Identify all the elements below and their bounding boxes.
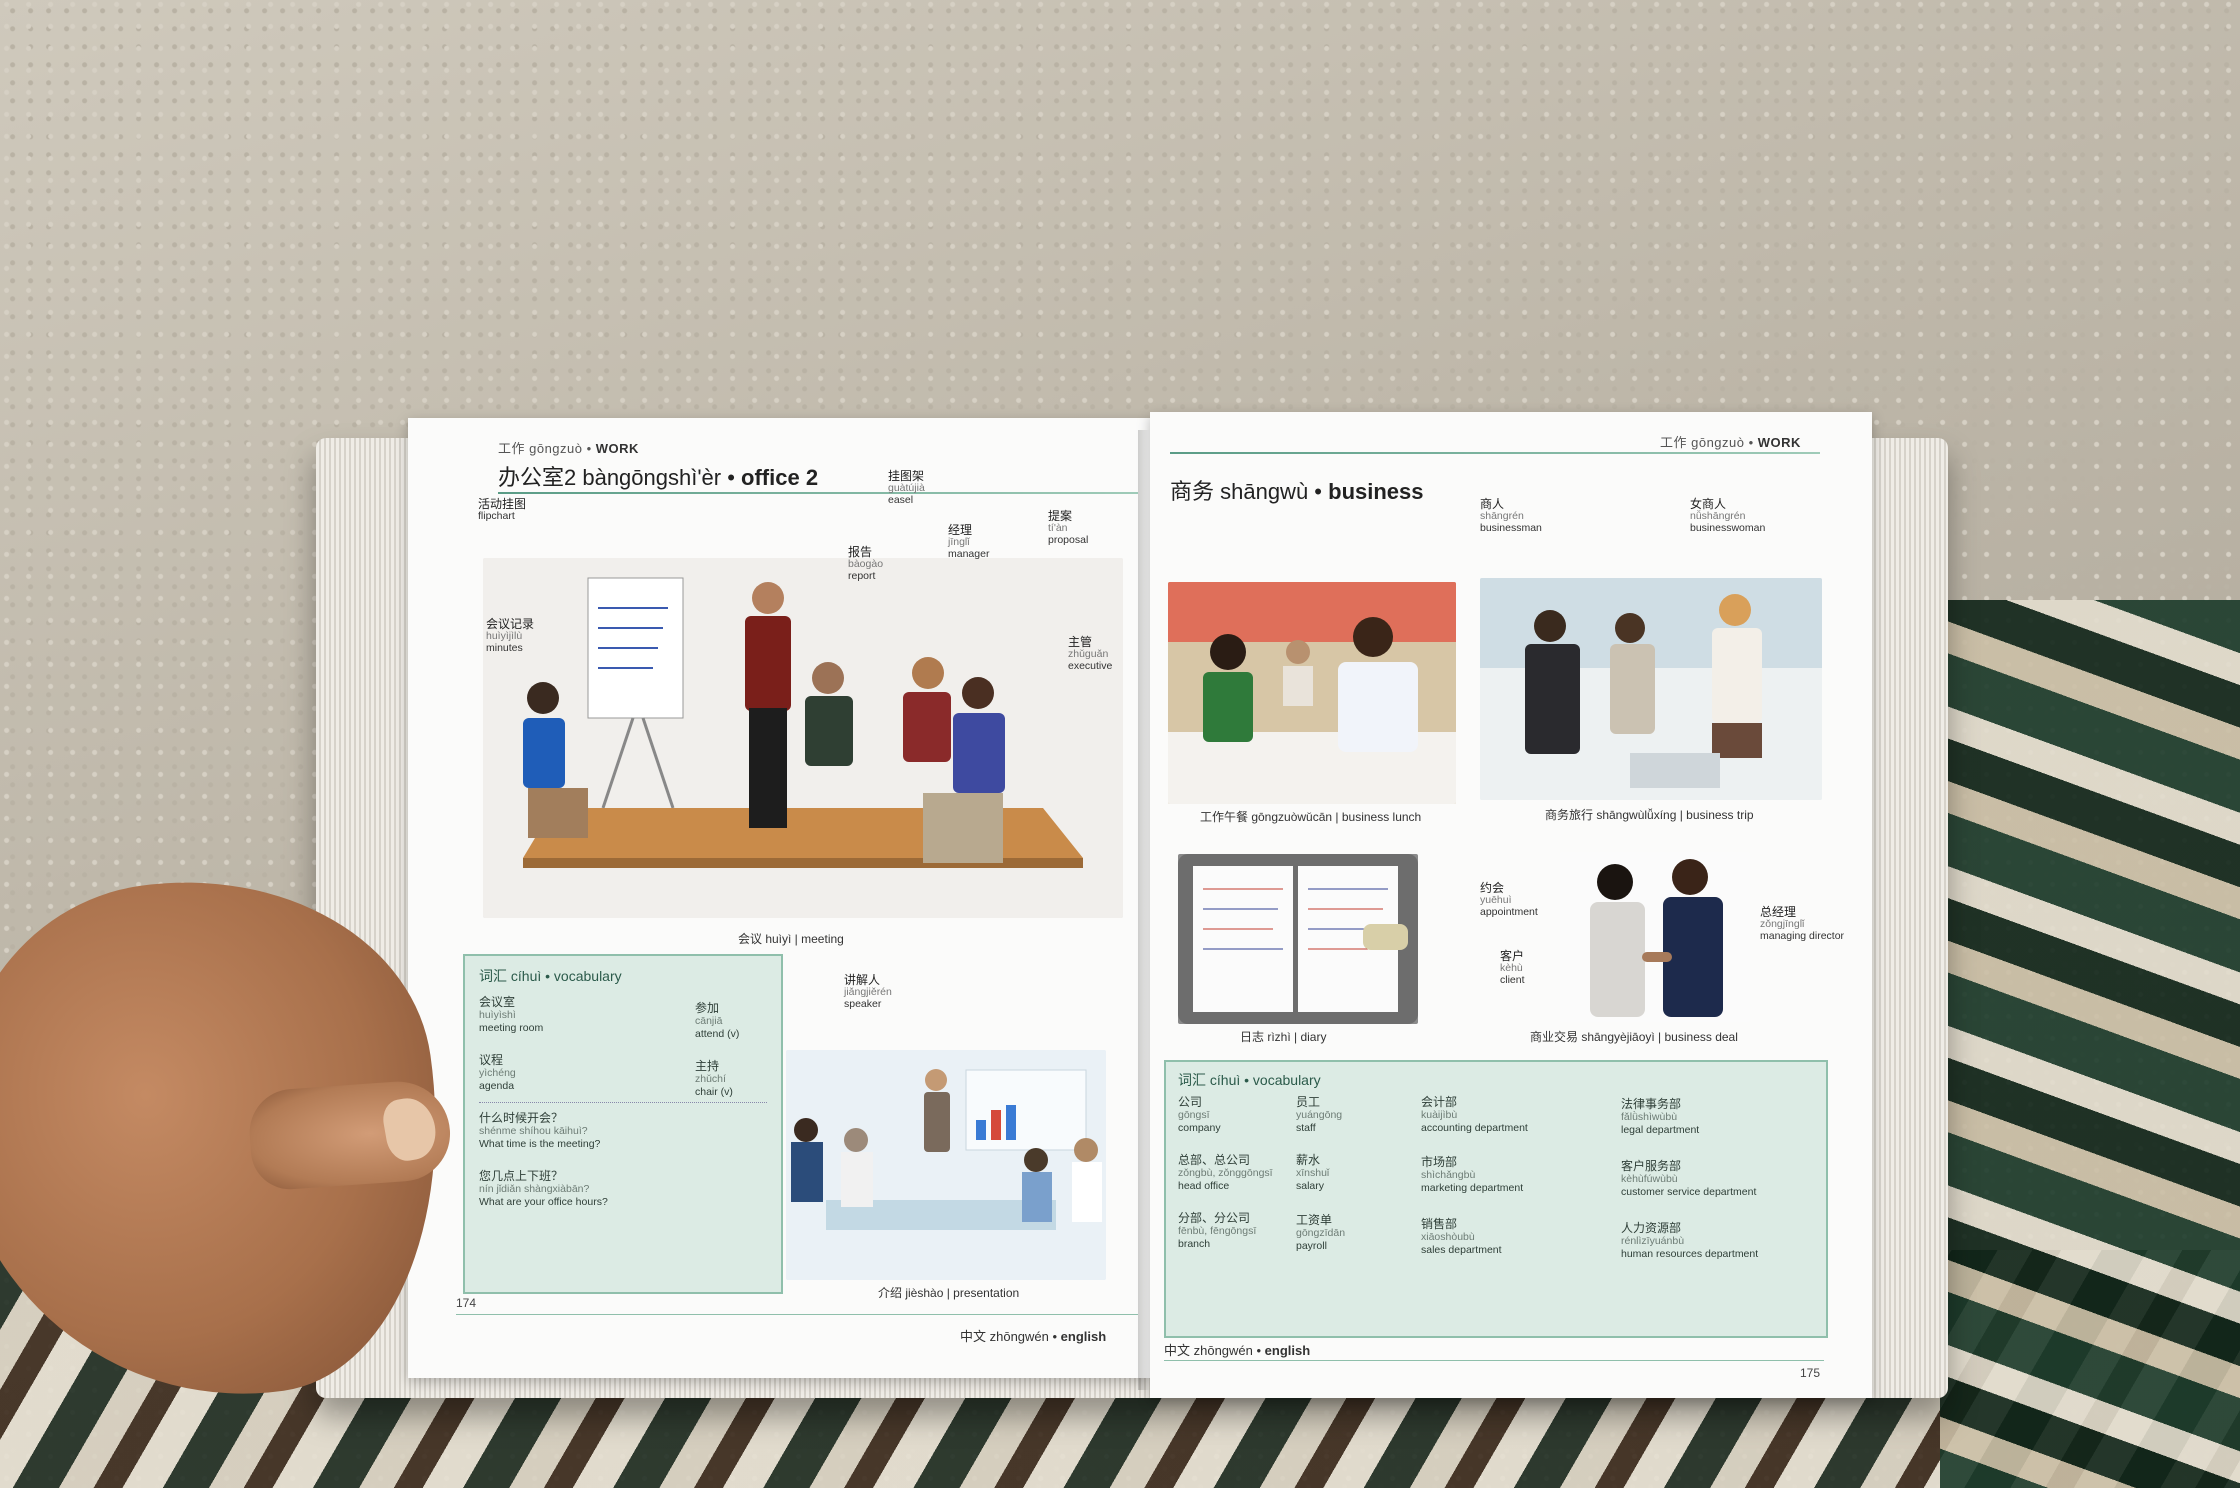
business-lunch-photo — [1168, 582, 1456, 804]
meeting-photo — [483, 558, 1123, 918]
vocab-customer-service: 客户服务部 kèhùfúwùbù customer service departme… — [1621, 1159, 1757, 1199]
left-vocab-box: 词汇 cíhuì • vocabulary 会议室 huìyìshì meeti… — [463, 954, 783, 1294]
vocab-accounting: 会计部 kuàijìbù accounting department — [1421, 1095, 1528, 1135]
caption-business-deal: 商业交易 shāngyèjiāoyì | business deal — [1530, 1030, 1738, 1044]
label-flipchart: 活动挂图 flipchart — [478, 497, 527, 522]
rug-background-right — [1940, 600, 2240, 1488]
vocab-staff: 员工 yuángōng staff — [1296, 1095, 1343, 1135]
label-businessman: 商人 shāngrén businessman — [1480, 497, 1542, 534]
phrase-meeting-time: 什么时候开会？ shénme shíhou kāihuì? What time … — [479, 1111, 601, 1151]
label-managing-director: 总经理 zǒngjīnglǐ managing director — [1760, 905, 1845, 942]
left-footer: 中文 zhōngwén • english — [960, 1329, 1107, 1344]
caption-meeting: 会议 huìyì | meeting — [738, 932, 844, 946]
vocab-branch: 分部、分公司 fēnbù, fēngōngsī branch — [1178, 1211, 1257, 1251]
vocab-meeting-room: 会议室 huìyìshì meeting room — [479, 995, 544, 1035]
right-top-rule — [1170, 452, 1820, 454]
trip-illustration — [1480, 578, 1822, 800]
label-client: 客户 kèhù client — [1500, 949, 1525, 986]
vocab-attend: 参加 cānjiā attend (v) — [695, 1001, 740, 1041]
vocab-chair: 主持 zhǔchí chair (v) — [695, 1059, 733, 1099]
right-vocab-box: 词汇 cíhuì • vocabulary 公司 gōngsī company 员工… — [1164, 1060, 1828, 1338]
right-page-title: 商务 shāngwù • business — [1170, 479, 1424, 504]
caption-presentation: 介绍 jièshào | presentation — [878, 1286, 1020, 1300]
left-running-head: 工作 gōngzuò • WORK — [498, 441, 639, 456]
left-title-rule — [498, 492, 1138, 494]
vocab-company: 公司 gōngsī company — [1178, 1095, 1221, 1135]
caption-business-lunch: 工作午餐 gōngzuòwǔcān | business lunch — [1200, 810, 1422, 824]
vocab-sales: 销售部 xiāoshòubù sales department — [1421, 1217, 1502, 1257]
caption-diary: 日志 rìzhì | diary — [1240, 1030, 1327, 1044]
business-trip-photo — [1480, 578, 1822, 800]
vocab-legal: 法律事务部 fǎlǜshìwùbù legal department — [1621, 1097, 1700, 1137]
diary-illustration — [1178, 854, 1418, 1024]
label-proposal: 提案 tí'àn proposal — [1048, 509, 1089, 546]
right-footer-rule — [1164, 1360, 1824, 1361]
right-vocab-heading: 词汇 cíhuì • vocabulary — [1178, 1072, 1321, 1088]
vocab-divider — [479, 1102, 767, 1103]
label-executive: 主管 zhǔguǎn executive — [1068, 635, 1113, 672]
meeting-illustration — [483, 558, 1123, 918]
lunch-illustration — [1168, 582, 1456, 804]
right-footer: 中文 zhōngwén • english — [1164, 1343, 1311, 1358]
vocab-agenda: 议程 yìchéng agenda — [479, 1053, 516, 1093]
vocab-salary: 薪水 xīnshuǐ salary — [1296, 1153, 1330, 1193]
vocab-head-office: 总部、总公司 zǒngbù, zǒnggōngsī head office — [1178, 1153, 1273, 1193]
label-speaker: 讲解人 jiǎngjiěrén speaker — [844, 973, 892, 1010]
caption-business-trip: 商务旅行 shāngwùlǚxíng | business trip — [1545, 808, 1754, 822]
left-vocab-heading: 词汇 cíhuì • vocabulary — [479, 968, 622, 984]
left-page: 工作 gōngzuò • WORK 办公室2 bàngōngshì'èr • o… — [408, 418, 1150, 1378]
left-page-number: 174 — [456, 1296, 477, 1310]
vocab-human-resources: 人力资源部 rénlìzīyuánbù human resources depart… — [1621, 1221, 1759, 1261]
right-page-number: 175 — [1800, 1366, 1821, 1380]
label-manager: 经理 jīnglǐ manager — [948, 523, 990, 560]
label-appointment: 约会 yuēhuì appointment — [1480, 881, 1538, 918]
vocab-payroll: 工资单 gōngzīdān payroll — [1296, 1213, 1346, 1253]
label-easel: 挂图架 guàtújià easel — [888, 469, 925, 506]
left-footer-rule — [456, 1314, 1138, 1315]
left-page-title: 办公室2 bàngōngshì'èr • office 2 — [498, 465, 819, 490]
presentation-photo — [786, 1050, 1106, 1280]
phrase-office-hours: 您几点上下班？ nín jǐdiǎn shàngxiàbān? What are… — [479, 1169, 608, 1209]
right-running-head: 工作 gōngzuò • WORK — [1660, 435, 1801, 450]
right-page: 工作 gōngzuò • WORK 商务 shāngwù • business … — [1150, 412, 1872, 1398]
business-deal-photo — [1560, 852, 1750, 1022]
presentation-illustration — [786, 1050, 1106, 1280]
label-minutes: 会议记录 huìyìjìlù minutes — [486, 617, 535, 654]
vocab-marketing: 市场部 shìchǎngbù marketing department — [1421, 1155, 1524, 1195]
diary-photo — [1178, 854, 1418, 1024]
label-report: 报告 bàogào report — [848, 545, 884, 582]
deal-illustration — [1560, 852, 1750, 1022]
label-businesswoman: 女商人 nǚshāngrén businesswoman — [1690, 497, 1766, 534]
